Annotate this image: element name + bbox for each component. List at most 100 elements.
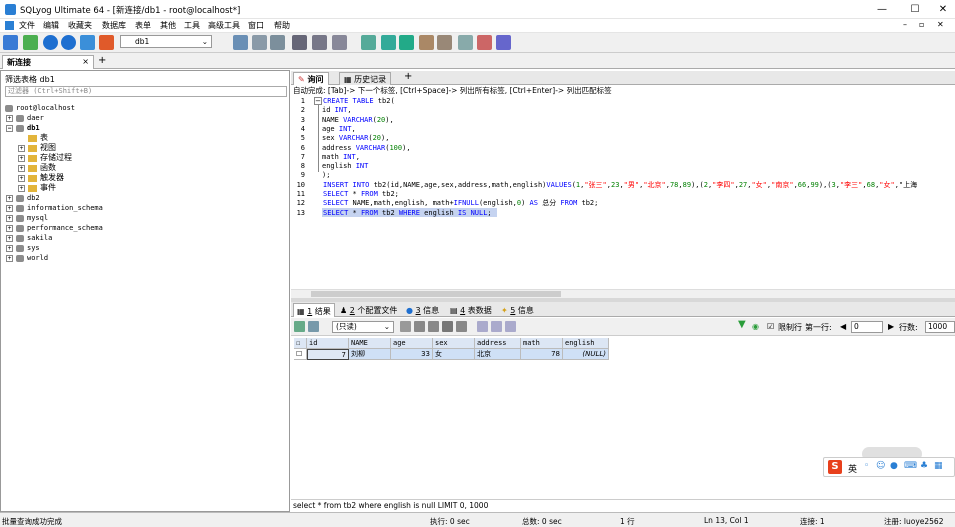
next-page-button[interactable]: ▶ <box>888 322 894 331</box>
import-icon[interactable] <box>292 35 307 50</box>
reset-filter-icon[interactable]: ◉ <box>752 322 759 331</box>
expand-icon[interactable]: + <box>6 194 13 202</box>
table-cell[interactable]: 北京 <box>475 349 521 360</box>
mdi-app-icon[interactable] <box>5 21 14 30</box>
tree-root[interactable]: root@localhost <box>5 103 75 113</box>
notifications-icon[interactable] <box>419 35 434 50</box>
tab-info[interactable]: ● 3 信息 <box>403 303 442 317</box>
duplicate-row-icon[interactable] <box>428 321 439 332</box>
query-builder-icon[interactable] <box>252 35 267 50</box>
column-header-name[interactable]: NAME <box>349 338 391 349</box>
backup-icon[interactable] <box>332 35 347 50</box>
mdi-minimize-button[interactable]: – <box>903 20 907 29</box>
punctuation-icon[interactable]: ◦ <box>864 461 869 471</box>
database-select[interactable]: db1 ⌄ <box>120 35 212 48</box>
code-line[interactable]: ); <box>322 171 330 180</box>
tree-db-db1[interactable]: − db1 <box>6 123 40 133</box>
expand-icon[interactable]: + <box>6 244 13 252</box>
rows-input[interactable]: 1000 <box>925 321 955 333</box>
expand-icon[interactable]: + <box>18 144 25 152</box>
tab-query[interactable]: ✎ 询问 <box>293 72 329 85</box>
readonly-select[interactable]: (只读) ⌄ <box>332 321 394 333</box>
keyboard-icon[interactable]: ⌨ <box>904 461 917 471</box>
tree-db-daer[interactable]: + daer <box>6 113 44 123</box>
column-header-math[interactable]: math <box>521 338 563 349</box>
expand-icon[interactable]: + <box>6 254 13 262</box>
menu-database[interactable]: 数据库 <box>100 20 128 31</box>
refresh-icon[interactable] <box>23 35 38 50</box>
column-header-address[interactable]: address <box>475 338 521 349</box>
stop-icon[interactable] <box>80 35 95 50</box>
sql-editor[interactable]: 1 2 3 4 5 6 7 8 9 10 11 12 13 − CREATE TABLE tb2(id … <box>291 96 955 289</box>
skin-icon[interactable]: ♣ <box>920 461 928 471</box>
scrollbar-thumb[interactable] <box>311 291 561 297</box>
table-cell[interactable]: 7 <box>307 349 349 360</box>
select-all-checkbox[interactable]: ☐ <box>294 338 307 349</box>
expand-icon[interactable]: + <box>6 114 13 122</box>
tab-info-2[interactable]: ✦ 5 信息 <box>498 303 537 317</box>
code-line[interactable]: age INT, <box>322 125 356 134</box>
close-button[interactable]: ✕ <box>928 0 955 19</box>
tree-db-performance-schema[interactable]: + performance_schema <box>6 223 103 233</box>
execute-query-icon[interactable] <box>43 35 58 50</box>
menu-advanced-tools[interactable]: 高级工具 <box>206 20 242 31</box>
data-sync-icon[interactable] <box>270 35 285 50</box>
toolbox-icon[interactable]: ▦ <box>934 461 943 471</box>
code-line[interactable]: sex VARCHAR(20), <box>322 134 389 143</box>
add-connection-button[interactable]: + <box>98 56 106 66</box>
tab-history[interactable]: ▦ 历史记录 <box>339 72 392 85</box>
tab-result[interactable]: ▦ 1 结果 <box>293 303 335 317</box>
tree-procedures[interactable]: + 存储过程 <box>18 153 72 163</box>
user-manager-icon[interactable] <box>458 35 473 50</box>
table-cell[interactable]: 女 <box>433 349 475 360</box>
copy-db-icon[interactable] <box>399 35 414 50</box>
voice-icon[interactable]: ● <box>890 461 898 471</box>
code-line[interactable]: INSERT INTO tb2(id,NAME,age,sex,address,… <box>323 181 917 190</box>
ime-language[interactable]: 英 <box>848 462 857 475</box>
collapse-icon[interactable]: − <box>6 124 13 132</box>
column-header-english[interactable]: english <box>563 338 609 349</box>
more-tools-icon[interactable] <box>496 35 511 50</box>
code-line[interactable]: math INT, <box>322 153 360 162</box>
filter-icon[interactable]: ▼ <box>738 319 746 330</box>
minimize-button[interactable]: — <box>867 0 897 19</box>
menu-window[interactable]: 窗口 <box>246 20 266 31</box>
profiler-icon[interactable] <box>477 35 492 50</box>
expand-icon[interactable]: + <box>18 154 25 162</box>
column-header-id[interactable]: id <box>307 338 349 349</box>
code-line[interactable]: NAME VARCHAR(20), <box>322 116 394 125</box>
first-row-input[interactable]: 0 <box>851 321 883 333</box>
ime-toolbar[interactable]: S 英 ◦ ☺ ● ⌨ ♣ ▦ <box>823 457 955 477</box>
tree-db-sys[interactable]: + sys <box>6 243 40 253</box>
filter-input[interactable]: 过滤器 (Ctrl+Shift+B) <box>5 86 287 97</box>
tree-db-sakila[interactable]: + sakila <box>6 233 52 243</box>
tree-db-db2[interactable]: + db2 <box>6 193 40 203</box>
export-icon[interactable] <box>312 35 327 50</box>
mdi-close-button[interactable]: ✕ <box>937 20 944 29</box>
menu-favorites[interactable]: 收藏夹 <box>66 20 94 31</box>
tree-db-world[interactable]: + world <box>6 253 48 263</box>
column-header-age[interactable]: age <box>391 338 433 349</box>
refresh-result-icon[interactable] <box>400 321 411 332</box>
grid-view-icon[interactable] <box>294 321 305 332</box>
menu-table[interactable]: 表单 <box>133 20 153 31</box>
sql-proxy-icon[interactable] <box>437 35 452 50</box>
tree-functions[interactable]: + 函数 <box>18 163 56 173</box>
code-line[interactable]: SELECT NAME,math,english, math+IFNULL(en… <box>323 199 598 208</box>
mdi-restore-button[interactable]: ▫ <box>919 20 924 29</box>
tab-table-data[interactable]: ▤ 4 表数据 <box>447 303 495 317</box>
tree-db-mysql[interactable]: + mysql <box>6 213 48 223</box>
maximize-button[interactable]: ☐ <box>900 0 930 19</box>
execute-all-icon[interactable] <box>61 35 76 50</box>
menu-tools[interactable]: 工具 <box>182 20 202 31</box>
tree-db-information-schema[interactable]: + information_schema <box>6 203 103 213</box>
fold-collapse-icon[interactable]: − <box>314 97 322 105</box>
scheduler-icon[interactable] <box>361 35 376 50</box>
tab-profile[interactable]: ♟ 2 个配置文件 <box>337 303 400 317</box>
sync-icon[interactable] <box>381 35 396 50</box>
save-changes-icon[interactable] <box>456 321 467 332</box>
grid-mode-icon[interactable] <box>477 321 488 332</box>
delete-row-icon[interactable] <box>442 321 453 332</box>
code-line[interactable]: CREATE TABLE tb2( <box>323 97 395 106</box>
text-mode-icon[interactable] <box>505 321 516 332</box>
